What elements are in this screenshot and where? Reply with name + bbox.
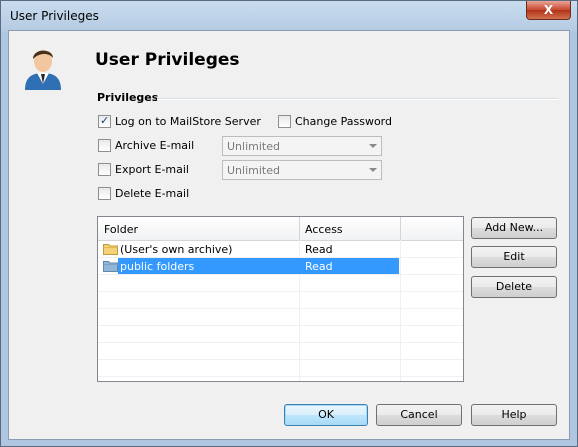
logon-label: Log on to MailStore Server [115, 115, 261, 128]
table-row[interactable]: (User's own archive) Read [98, 241, 463, 258]
folder-icon [103, 244, 118, 255]
delete-button[interactable]: Delete [471, 276, 557, 298]
group-divider [157, 98, 558, 100]
help-button[interactable]: Help [471, 404, 557, 426]
empty-row [98, 275, 463, 292]
empty-row [98, 343, 463, 360]
user-avatar-icon [25, 50, 61, 90]
export-limit-value: Unlimited [227, 164, 280, 177]
cancel-button[interactable]: Cancel [376, 404, 462, 426]
dialog-client-area: User Privileges Privileges Log on to Mai… [8, 30, 570, 440]
change-password-checkbox[interactable] [278, 115, 291, 128]
delete-checkbox[interactable] [98, 187, 111, 200]
chevron-down-icon [369, 168, 377, 172]
archive-limit-select[interactable]: Unlimited [222, 136, 382, 156]
archive-limit-value: Unlimited [227, 140, 280, 153]
archive-checkbox[interactable] [98, 139, 111, 152]
ok-button[interactable]: OK [284, 404, 368, 426]
column-divider[interactable] [400, 217, 401, 240]
list-header: Folder Access [98, 217, 463, 241]
privileges-group-label: Privileges [97, 91, 159, 104]
column-header-access[interactable]: Access [305, 223, 343, 236]
page-title: User Privileges [95, 50, 240, 70]
delete-label: Delete E-mail [115, 187, 190, 200]
logon-checkbox[interactable] [98, 114, 111, 128]
export-label: Export E-mail [115, 163, 189, 176]
column-header-folder[interactable]: Folder [104, 223, 138, 236]
chevron-down-icon [369, 144, 377, 148]
window-title: User Privileges [10, 9, 99, 23]
empty-row [98, 326, 463, 343]
folder-cell: public folders [120, 260, 195, 273]
title-bar[interactable]: User Privileges X [1, 1, 577, 29]
access-cell: Read [305, 243, 333, 256]
empty-row [98, 309, 463, 326]
access-cell: Read [305, 260, 333, 273]
edit-button[interactable]: Edit [471, 246, 557, 268]
add-new-button[interactable]: Add New... [471, 217, 557, 239]
folder-cell: (User's own archive) [120, 243, 233, 256]
close-icon: X [543, 3, 554, 17]
column-divider[interactable] [299, 217, 300, 240]
folder-icon [103, 261, 118, 272]
export-limit-select[interactable]: Unlimited [222, 160, 382, 180]
empty-row [98, 292, 463, 309]
dialog-window: User Privileges X User Privileges Privil… [0, 0, 578, 447]
empty-row [98, 360, 463, 377]
archive-label: Archive E-mail [115, 139, 195, 152]
close-button[interactable]: X [526, 1, 571, 20]
table-row[interactable]: public folders Read [98, 258, 463, 275]
export-checkbox[interactable] [98, 163, 111, 176]
change-password-label: Change Password [295, 115, 392, 128]
folder-access-list[interactable]: Folder Access (User's own archive) Read [97, 216, 464, 382]
